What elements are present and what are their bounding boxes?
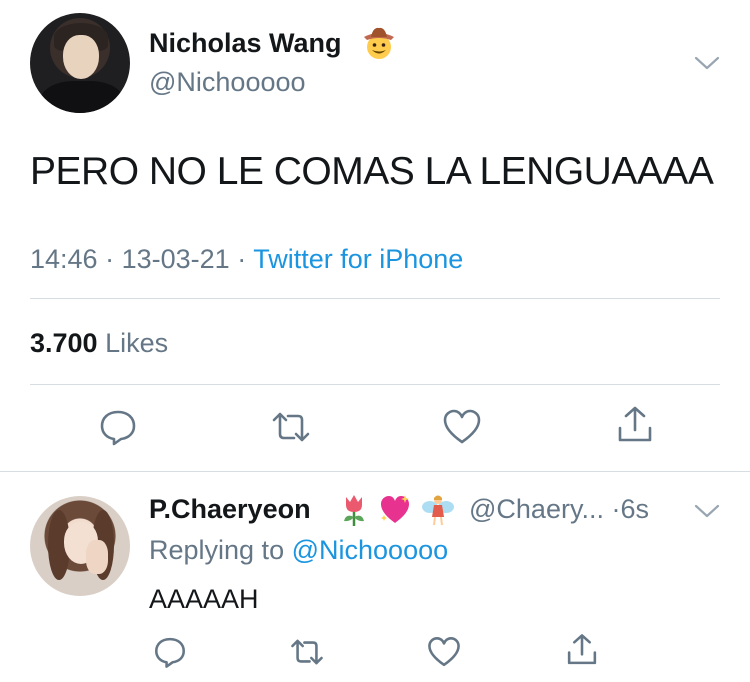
like-icon[interactable] — [426, 634, 462, 670]
replying-to: Replying to @Nichooooo — [149, 535, 448, 566]
reply-author-avatar[interactable] — [30, 496, 130, 596]
fairy-emoji-icon — [422, 495, 454, 526]
reply-text: AAAAAH — [149, 584, 259, 614]
replying-label: Replying to — [149, 535, 285, 565]
chevron-down-icon[interactable] — [694, 503, 720, 519]
tweet-source-link[interactable]: Twitter for iPhone — [253, 244, 463, 274]
replying-mention-link[interactable]: @Nichooooo — [292, 535, 449, 565]
tweet-time: 14:46 — [30, 244, 98, 274]
divider — [30, 384, 720, 385]
sparkling-heart-emoji-icon — [381, 495, 409, 523]
reply-icon[interactable] — [97, 406, 139, 448]
author-display-name[interactable]: Nicholas Wang — [149, 28, 342, 59]
share-icon[interactable] — [564, 632, 600, 668]
meta-separator: · — [105, 244, 115, 274]
cowboy-face-emoji-icon — [364, 27, 394, 59]
tulip-emoji-icon — [344, 495, 364, 526]
reply-icon[interactable] — [152, 634, 188, 670]
meta-separator: · — [237, 244, 247, 274]
divider — [30, 298, 720, 299]
share-icon[interactable] — [614, 404, 656, 446]
reply-age: 6s — [620, 494, 649, 524]
likes-stat[interactable]: 3.700 Likes — [30, 328, 168, 359]
author-handle[interactable]: @Nichooooo — [149, 67, 306, 98]
retweet-icon[interactable] — [289, 634, 325, 670]
reply-handle[interactable]: @Chaery... — [469, 494, 604, 524]
reply-handle-and-time: @Chaery... ·6s — [469, 494, 649, 525]
tweet-meta: 14:46 · 13-03-21 · Twitter for iPhone — [30, 244, 463, 275]
likes-label: Likes — [105, 328, 169, 358]
chevron-down-icon[interactable] — [694, 55, 720, 71]
tweet-text: PERO NO LE COMAS LA LENGUAAAA — [30, 150, 714, 193]
reply-display-name[interactable]: P.Chaeryeon — [149, 494, 311, 525]
retweet-icon[interactable] — [270, 406, 312, 448]
author-avatar[interactable] — [30, 13, 130, 113]
tweet-date: 13-03-21 — [121, 244, 230, 274]
divider — [0, 471, 750, 472]
like-icon[interactable] — [441, 406, 483, 448]
likes-count: 3.700 — [30, 328, 98, 358]
